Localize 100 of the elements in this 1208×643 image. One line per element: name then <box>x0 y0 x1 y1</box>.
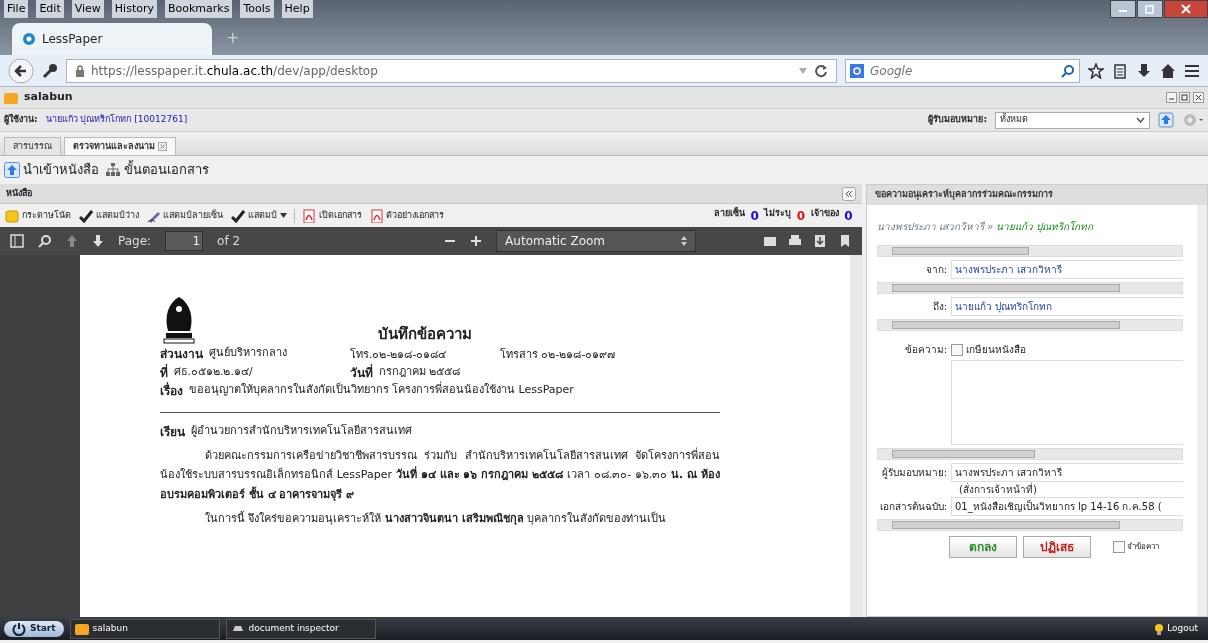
upload-icon[interactable] <box>1158 112 1174 128</box>
field-value: กรกฎาคม ๒๕๕๘ <box>378 363 460 380</box>
action-link[interactable]: ขั้นตอนเอกสาร <box>104 160 209 180</box>
print-icon[interactable] <box>788 234 802 248</box>
user-link[interactable]: นายแก้ว ปุณทริกโกทก [10012761] <box>45 113 188 127</box>
field-label: เรื่อง <box>160 381 183 400</box>
bookmark-icon[interactable] <box>838 234 852 248</box>
back-icon[interactable] <box>8 57 34 84</box>
save-icon[interactable] <box>813 234 827 248</box>
menu-item[interactable]: Help <box>281 0 313 19</box>
horizontal-scrollbar[interactable] <box>877 282 1183 294</box>
horizontal-scrollbar[interactable] <box>877 245 1183 257</box>
zoom-in-icon[interactable] <box>470 235 483 247</box>
field-value: นายแก้ว ปุณทริกโกทก <box>951 297 1183 316</box>
page-total: of 2 <box>217 233 241 250</box>
present-icon[interactable] <box>763 234 777 248</box>
route-recipient: นายแก้ว ปุณทริกโกทก <box>995 220 1094 234</box>
collapse-icon[interactable] <box>842 186 856 201</box>
address-bar[interactable]: https://lesspaper.it.chula.ac.th/dev/app/desktop <box>66 58 837 83</box>
checkmark-icon <box>231 208 246 223</box>
page-number-field[interactable]: 1 <box>165 231 204 251</box>
reject-button[interactable]: ปฏิเสธ <box>1022 536 1091 559</box>
power-icon <box>12 621 26 636</box>
panel-title: ขอความอนุเคราะห์บุคลากรร่วมคณะกรรมการ <box>867 185 1207 205</box>
field-value: นางพรประภา เสวกวิหารี <box>951 462 1183 482</box>
menu-item[interactable]: Tools <box>240 0 274 19</box>
toolbar-button[interactable]: แสตมป์ว่าง <box>77 207 140 224</box>
folder-icon <box>4 90 18 105</box>
app-tab[interactable]: สารบรรณ <box>4 136 61 155</box>
remember-checkbox[interactable]: จำข้อควา <box>1112 541 1160 554</box>
toolbar-button[interactable]: แสตมป์ลายเซ็น <box>145 207 225 224</box>
start-button[interactable]: Start <box>4 620 64 637</box>
close-icon[interactable] <box>1193 92 1204 103</box>
field-label: ข้อความ: <box>903 343 947 357</box>
toolbar-button[interactable]: แสตมป์ <box>230 207 288 224</box>
scrollbar[interactable] <box>1197 205 1207 616</box>
field-label: ที่ <box>160 363 168 382</box>
ok-button[interactable]: ตกลง <box>949 536 1017 559</box>
menu-icon[interactable] <box>1184 62 1200 79</box>
minimize-button[interactable] <box>1110 0 1136 18</box>
maximize-button[interactable] <box>1137 0 1163 18</box>
caret-icon <box>279 213 287 218</box>
field-label: เอกสารต้นฉบับ: <box>878 499 947 514</box>
minimize-icon[interactable] <box>1165 92 1177 103</box>
field-label: เรียน <box>160 423 185 441</box>
menu-item[interactable]: Edit <box>36 0 64 19</box>
count-value: 0 <box>844 207 853 225</box>
assignee-select[interactable]: ทั้งหมด <box>995 111 1150 129</box>
horizontal-scrollbar[interactable] <box>877 518 1183 531</box>
restore-icon[interactable] <box>1179 92 1191 103</box>
key-icon <box>42 62 58 79</box>
count-value: 0 <box>750 207 759 225</box>
field-value: นางพรประภา เสวกวิหารี <box>951 260 1183 279</box>
emblem-drawing <box>160 295 198 345</box>
action-link[interactable]: นำเข้าหนังสือ <box>4 160 99 180</box>
scrollbar[interactable] <box>850 255 862 617</box>
home-icon[interactable] <box>1160 62 1176 79</box>
app-title: salabun <box>24 89 73 106</box>
horizontal-scrollbar[interactable] <box>877 447 1183 460</box>
toolbar-button[interactable]: ตัวอย่างเอกสาร <box>368 207 446 224</box>
browser-tab[interactable]: LessPaper <box>12 23 212 55</box>
field-label: วันที่ <box>350 363 373 382</box>
hierarchy-icon <box>104 162 121 178</box>
sidebar-toggle-icon[interactable] <box>10 234 24 248</box>
zoom-select[interactable]: Automatic Zoom <box>496 230 697 252</box>
assignee-label: ผู้รับมอบหมาย: <box>928 113 987 127</box>
caret-icon <box>681 236 688 246</box>
taskbar-item[interactable]: salabun <box>69 618 220 639</box>
star-icon[interactable] <box>1088 62 1104 79</box>
search-icon[interactable] <box>38 234 52 248</box>
caret-icon <box>1136 117 1145 123</box>
taskbar-item[interactable]: document inspector <box>225 618 376 639</box>
field-label: ถึง: <box>931 300 947 314</box>
folder-icon <box>74 622 89 635</box>
download-icon[interactable] <box>1136 62 1152 79</box>
toolbar-button[interactable]: กระดาษโน้ต <box>4 207 72 224</box>
checkmark-icon <box>78 208 93 223</box>
menu-item[interactable]: File <box>4 0 29 19</box>
menu-item[interactable]: View <box>71 0 104 19</box>
endorse-checkbox[interactable]: เกษียนหนังสือ <box>951 342 1026 357</box>
maximize-icon <box>1145 4 1155 14</box>
toolbar-button[interactable]: เปิดเอกสาร <box>300 207 363 224</box>
panel-title: หนังสือ <box>6 186 32 200</box>
paragraph: ด้วยคณะกรรมการเครือข่ายวิชาชีพสารบรรณ ร่วมกับ สำนักบริหารเทคโนโลยีสารสนเทศ จัดโครงการพี่สอนน้องใช้ระบบสารบรรณอิเล็กทรอนิกส์ LessPaper วันที่ ๑๔ และ ๑๖ กรกฎาคม ๒๕๕๘ เวลา ๐๘.๓๐- ๑๖.๓๐ น. ณ ห้องอบรมคอมพิวเตอร์ ชั้น ๔ อาคารจามจุรี ๙ <box>160 446 720 503</box>
menu-item[interactable]: History <box>111 0 157 19</box>
app-tab[interactable]: ตรวจทานและลงนาม <box>64 136 176 155</box>
search-box[interactable]: Google <box>845 58 1080 83</box>
menu-item[interactable]: Bookmarks <box>165 0 233 19</box>
up-arrow-icon[interactable] <box>66 234 78 248</box>
field-value: ศูนย์บริหารกลาง <box>208 345 287 361</box>
down-arrow-icon[interactable] <box>92 234 104 248</box>
logout-button[interactable]: Logout <box>1148 620 1204 637</box>
horizontal-scrollbar[interactable] <box>877 319 1183 331</box>
document-heading: บันทึกข้อความ <box>378 323 472 345</box>
close-button[interactable] <box>1164 0 1208 18</box>
count-label: ไม่ระบุ <box>764 206 792 221</box>
field-value: โทรสาร ๐๒-๒๑๘-๐๑๙๗ <box>500 347 616 363</box>
field-label: จาก: <box>924 263 947 277</box>
clipboard-icon[interactable] <box>1112 62 1128 79</box>
reload-icon[interactable] <box>814 63 828 78</box>
